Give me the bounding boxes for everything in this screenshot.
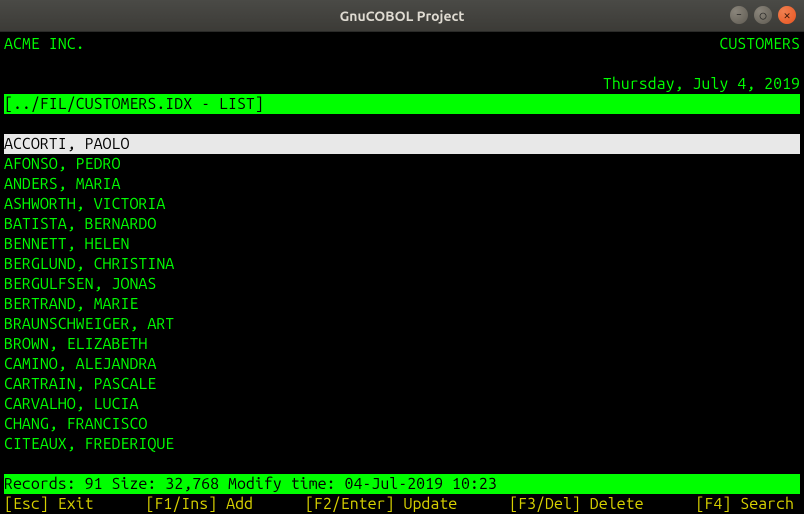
window-titlebar: GnuCOBOL Project – ◯ ✕ xyxy=(0,0,804,32)
path-bar: [../FIL/CUSTOMERS.IDX - LIST] xyxy=(4,94,800,114)
window-controls: – ◯ ✕ xyxy=(730,6,796,24)
records-list[interactable]: ACCORTI, PAOLOAFONSO, PEDROANDERS, MARIA… xyxy=(4,134,800,454)
date-label: Thursday, July 4, 2019 xyxy=(603,74,800,94)
list-item[interactable]: ACCORTI, PAOLO xyxy=(4,134,800,154)
list-item[interactable]: BERTRAND, MARIE xyxy=(4,294,800,314)
file-path-label: [../FIL/CUSTOMERS.IDX - LIST] xyxy=(4,94,264,114)
date-row: Thursday, July 4, 2019 xyxy=(4,74,800,94)
list-item[interactable]: BENNETT, HELEN xyxy=(4,234,800,254)
blank-row xyxy=(4,114,800,134)
hotkey-0[interactable]: [Esc] Exit xyxy=(4,494,94,514)
maximize-icon[interactable]: ◯ xyxy=(754,6,772,24)
hotkey-4[interactable]: [F4] Search xyxy=(695,494,794,514)
list-item[interactable]: ANDERS, MARIA xyxy=(4,174,800,194)
list-item[interactable]: ASHWORTH, VICTORIA xyxy=(4,194,800,214)
list-item[interactable]: CITEAUX, FREDERIQUE xyxy=(4,434,800,454)
list-item[interactable]: BRAUNSCHWEIGER, ART xyxy=(4,314,800,334)
list-item[interactable]: BATISTA, BERNARDO xyxy=(4,214,800,234)
blank-row xyxy=(4,54,800,74)
screen-title: CUSTOMERS xyxy=(719,34,800,54)
status-bar: Records: 91 Size: 32,768 Modify time: 04… xyxy=(4,474,800,494)
list-item[interactable]: AFONSO, PEDRO xyxy=(4,154,800,174)
list-item[interactable]: BERGULFSEN, JONAS xyxy=(4,274,800,294)
close-icon[interactable]: ✕ xyxy=(778,6,796,24)
minimize-icon[interactable]: – xyxy=(730,6,748,24)
list-item[interactable]: BERGLUND, CHRISTINA xyxy=(4,254,800,274)
list-item[interactable]: BROWN, ELIZABETH xyxy=(4,334,800,354)
hotkey-2[interactable]: [F2/Enter] Update xyxy=(305,494,457,514)
list-item[interactable]: CARVALHO, LUCIA xyxy=(4,394,800,414)
list-item[interactable]: CARTRAIN, PASCALE xyxy=(4,374,800,394)
status-text: Records: 91 Size: 32,768 Modify time: 04… xyxy=(4,474,497,494)
company-name: ACME INC. xyxy=(4,34,85,54)
list-item[interactable]: CHANG, FRANCISCO xyxy=(4,414,800,434)
list-item[interactable]: CAMINO, ALEJANDRA xyxy=(4,354,800,374)
hotkey-1[interactable]: [F1/Ins] Add xyxy=(146,494,254,514)
hotkey-3[interactable]: [F3/Del] Delete xyxy=(509,494,643,514)
hotkey-bar: [Esc] Exit [F1/Ins] Add [F2/Enter] Update [… xyxy=(4,494,800,514)
window-title: GnuCOBOL Project xyxy=(340,8,465,24)
blank-row xyxy=(4,454,800,474)
terminal-screen: ACME INC. CUSTOMERS Thursday, July 4, 20… xyxy=(0,32,804,502)
app-header: ACME INC. CUSTOMERS xyxy=(4,34,800,54)
